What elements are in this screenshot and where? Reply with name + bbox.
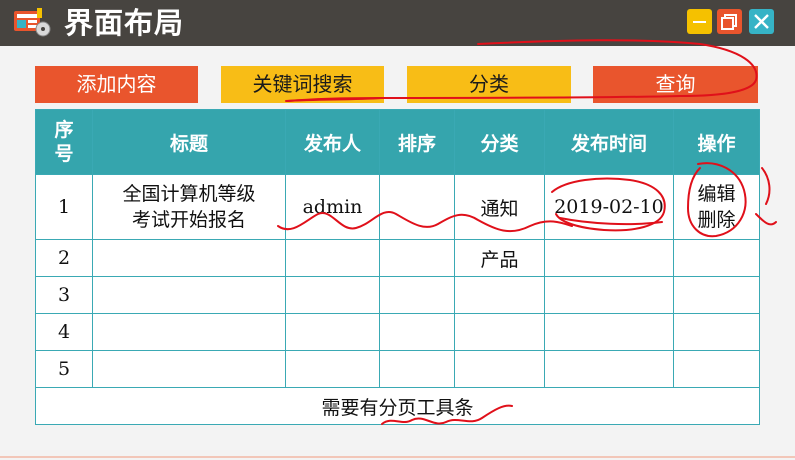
row-index: 3	[35, 276, 93, 314]
header-title: 标题	[92, 109, 286, 175]
table-row: 1 全国计算机等级 考试开始报名 admin 通知 2019-02-10 编辑 …	[35, 174, 760, 240]
row-category	[454, 313, 545, 351]
add-content-button[interactable]: 添加内容	[35, 66, 198, 103]
row-category: 产品	[454, 239, 545, 277]
maximize-icon	[721, 14, 737, 30]
row-sort	[379, 174, 455, 240]
row-publisher	[285, 350, 380, 388]
query-button[interactable]: 查询	[593, 66, 758, 103]
row-index: 5	[35, 350, 93, 388]
row-title	[92, 276, 286, 314]
header-index: 序号	[35, 109, 93, 175]
row-publisher	[285, 313, 380, 351]
row-index: 1	[35, 174, 93, 240]
row-actions	[673, 350, 760, 388]
row-publish-time	[544, 313, 674, 351]
row-sort	[379, 276, 455, 314]
content-table: 序号 标题 发布人 排序 分类 发布时间 操作 1 全国计算机等级 考试开始报名…	[35, 109, 760, 425]
row-actions	[673, 313, 760, 351]
close-button[interactable]	[749, 9, 774, 34]
table-header-row: 序号 标题 发布人 排序 分类 发布时间 操作	[35, 109, 760, 175]
row-publish-time	[544, 276, 674, 314]
minimize-icon	[693, 21, 706, 23]
row-title-line: 全国计算机等级	[122, 183, 256, 205]
minimize-button[interactable]	[687, 9, 712, 34]
row-title-line: 考试开始报名	[131, 209, 246, 231]
row-title	[92, 350, 286, 388]
header-category: 分类	[454, 109, 545, 175]
edit-link[interactable]: 编辑	[674, 181, 759, 207]
header-publish-time: 发布时间	[544, 109, 674, 175]
pagination-note: 需要有分页工具条	[35, 387, 760, 425]
keyword-search-button[interactable]: 关键词搜索	[221, 66, 384, 103]
row-title: 全国计算机等级 考试开始报名	[92, 174, 286, 240]
delete-link[interactable]: 删除	[674, 207, 759, 233]
title-bar: 界面布局	[0, 0, 795, 46]
header-actions: 操作	[673, 109, 760, 175]
table-row: 5	[35, 350, 760, 388]
row-sort	[379, 239, 455, 277]
row-publisher	[285, 276, 380, 314]
row-actions: 编辑 删除	[673, 174, 760, 240]
header-publisher: 发布人	[285, 109, 380, 175]
row-index: 2	[35, 239, 93, 277]
row-index: 4	[35, 313, 93, 351]
app-title: 界面布局	[64, 6, 185, 40]
row-category: 通知	[454, 174, 545, 240]
table-row: 4	[35, 313, 760, 351]
row-actions	[673, 239, 760, 277]
header-sort: 排序	[379, 109, 455, 175]
table-row: 3	[35, 276, 760, 314]
row-category	[454, 276, 545, 314]
row-actions	[673, 276, 760, 314]
pagination-row: 需要有分页工具条	[35, 387, 760, 425]
row-publish-time: 2019-02-10	[544, 174, 674, 240]
row-sort	[379, 313, 455, 351]
row-publisher	[285, 239, 380, 277]
row-title	[92, 313, 286, 351]
bottom-divider	[0, 456, 795, 458]
category-button[interactable]: 分类	[407, 66, 571, 103]
app-logo-icon	[14, 8, 51, 37]
row-sort	[379, 350, 455, 388]
maximize-button[interactable]	[717, 9, 742, 34]
row-publish-time	[544, 239, 674, 277]
close-icon	[754, 14, 769, 29]
row-category	[454, 350, 545, 388]
row-title	[92, 239, 286, 277]
row-publish-time	[544, 350, 674, 388]
table-row: 2 产品	[35, 239, 760, 277]
row-publisher: admin	[285, 174, 380, 240]
